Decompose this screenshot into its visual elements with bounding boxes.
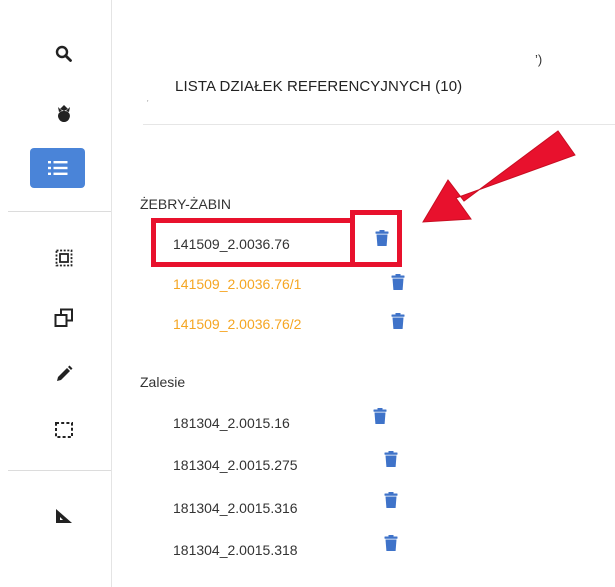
stray-mark: ˑ xyxy=(146,96,150,110)
trash-icon xyxy=(373,408,387,424)
rectangle-select-button[interactable] xyxy=(40,412,88,448)
parcel-item[interactable]: 181304_2.0015.318 xyxy=(173,542,298,558)
title-artifact: ’) xyxy=(535,52,543,67)
delete-button[interactable] xyxy=(391,274,405,290)
trash-icon xyxy=(384,492,398,508)
overlapping-squares-icon xyxy=(54,308,73,327)
trash-icon xyxy=(391,313,405,329)
ruler-triangle-icon xyxy=(56,509,72,523)
parcel-item[interactable]: 181304_2.0015.16 xyxy=(173,415,290,431)
panel-divider xyxy=(143,124,615,125)
group-label: Zalesie xyxy=(140,374,186,390)
trash-icon xyxy=(391,274,405,290)
edit-button[interactable] xyxy=(40,356,88,392)
parcel-item[interactable]: 181304_2.0015.316 xyxy=(173,500,298,516)
trash-icon xyxy=(384,535,398,551)
delete-button[interactable] xyxy=(391,313,405,329)
parcel-item[interactable]: 141509_2.0036.76/1 xyxy=(173,276,301,292)
list-button[interactable] xyxy=(30,148,85,188)
group-label: ŻEBRY-ŻABIN xyxy=(140,196,232,212)
toolbar-divider xyxy=(8,470,111,471)
toolbar-divider xyxy=(8,211,111,212)
highlight-box-parcel xyxy=(151,218,355,267)
panel-title: LISTA DZIAŁEK REFERENCYJNYCH (10) xyxy=(175,78,463,95)
parcel-item[interactable]: 141509_2.0036.76/2 xyxy=(173,316,301,332)
delete-button[interactable] xyxy=(384,535,398,551)
trash-icon xyxy=(384,451,398,467)
delete-button[interactable] xyxy=(384,451,398,467)
search-icon xyxy=(55,45,72,62)
select-area-button[interactable] xyxy=(40,240,88,276)
delete-button[interactable] xyxy=(384,492,398,508)
reference-parcels-panel: ’) LISTA DZIAŁEK REFERENCYJNYCH (10) ˑ Ż… xyxy=(111,0,615,587)
overlap-button[interactable] xyxy=(40,300,88,336)
tool-sidebar xyxy=(0,0,112,587)
delete-button[interactable] xyxy=(373,408,387,424)
pencil-icon xyxy=(57,365,73,381)
measure-button[interactable] xyxy=(40,498,88,534)
dashed-rectangle-icon xyxy=(55,422,73,438)
highlight-box-delete xyxy=(350,210,402,267)
search-button[interactable] xyxy=(40,36,88,72)
parcel-item[interactable]: 181304_2.0015.275 xyxy=(173,457,298,473)
plant-icon xyxy=(58,105,70,122)
dotted-square-select-icon xyxy=(55,249,73,267)
plant-button[interactable] xyxy=(40,96,88,132)
list-icon xyxy=(47,161,67,175)
